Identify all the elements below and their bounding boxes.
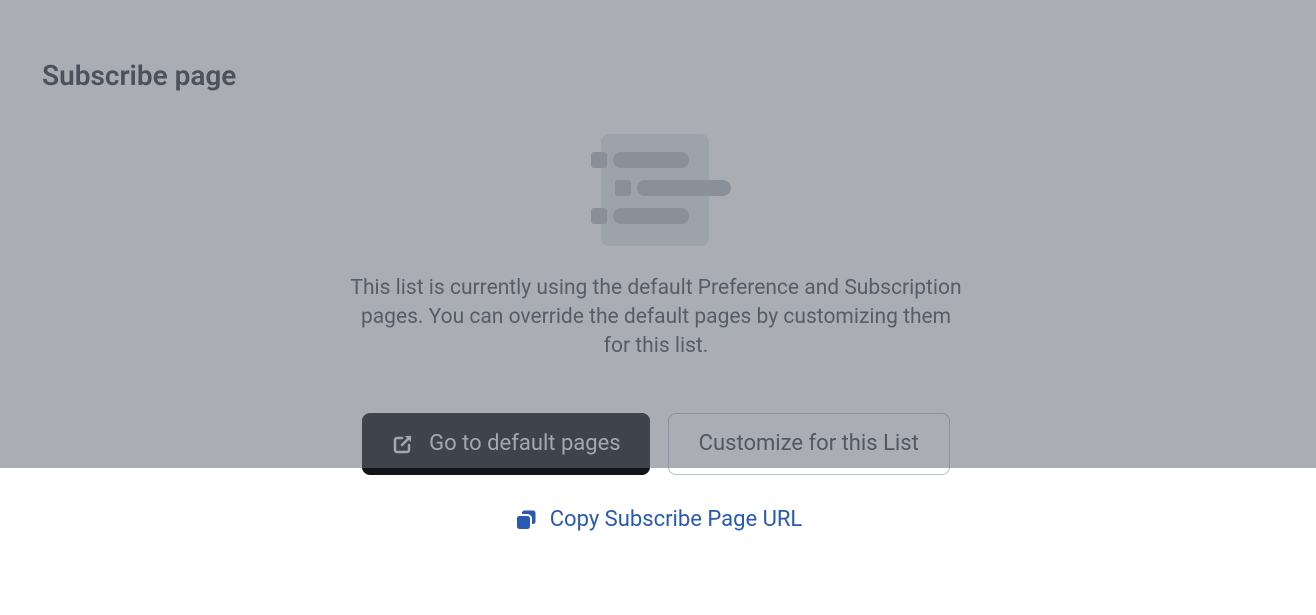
card-description: This list is currently using the default…: [346, 274, 966, 361]
copy-link-row: Copy Subscribe Page URL: [0, 507, 1316, 532]
previous-card-edge: [6, 0, 1306, 9]
copy-icon: [514, 508, 538, 532]
go-to-default-pages-button[interactable]: Go to default pages: [362, 413, 650, 475]
secondary-button-label: Customize for this List: [699, 431, 919, 456]
list-illustration: [591, 134, 721, 246]
primary-button-label: Go to default pages: [429, 431, 621, 456]
copy-subscribe-page-url-link[interactable]: Copy Subscribe Page URL: [550, 507, 803, 532]
button-row: Go to default pages Customize for this L…: [6, 413, 1306, 475]
external-link-icon: [391, 432, 415, 456]
customize-for-this-list-button[interactable]: Customize for this List: [668, 413, 950, 475]
card-title: Subscribe page: [6, 59, 1306, 92]
